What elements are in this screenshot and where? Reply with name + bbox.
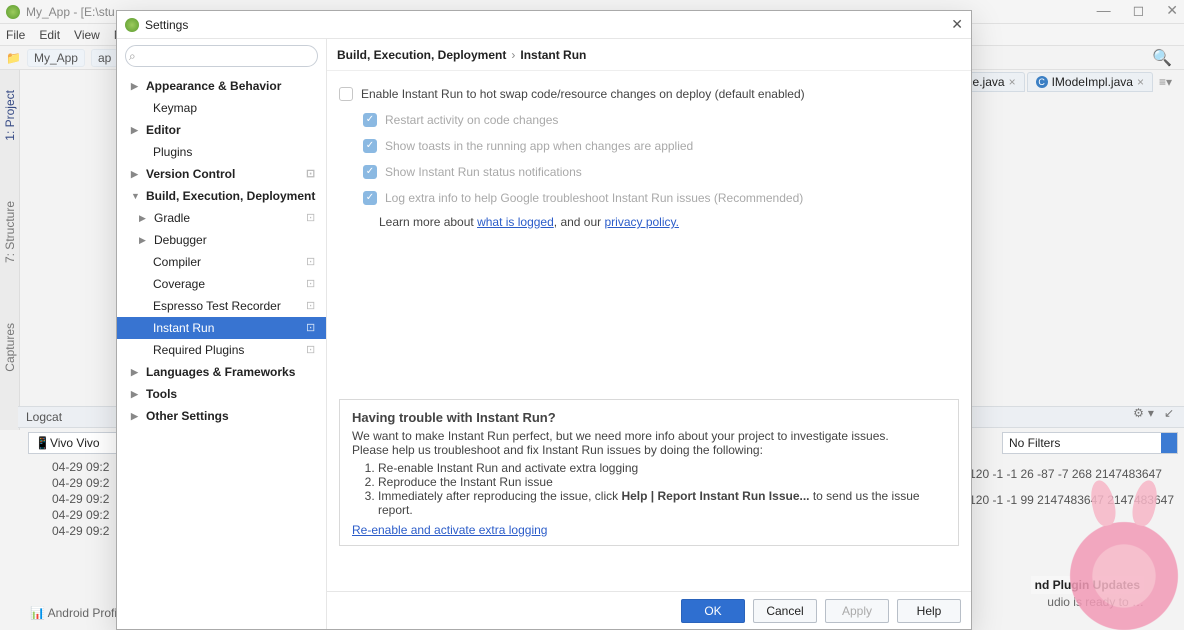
help-button[interactable]: Help	[897, 599, 961, 623]
panel-text: Please help us troubleshoot and fix Inst…	[352, 443, 946, 457]
tree-espresso[interactable]: Espresso Test Recorder⊡	[117, 295, 326, 317]
tree-keymap[interactable]: Keymap	[117, 97, 326, 119]
close-icon[interactable]: ✕	[1166, 2, 1178, 19]
checkbox[interactable]	[363, 191, 377, 205]
tree-other-settings[interactable]: ▶Other Settings	[117, 405, 326, 427]
module-icon: ⊡	[306, 343, 320, 357]
rail-structure[interactable]: 7: Structure	[3, 201, 17, 263]
option-label: Restart activity on code changes	[385, 113, 558, 127]
panel-text: We want to make Instant Run perfect, but…	[352, 429, 946, 443]
search-icon[interactable]: 🔍	[1152, 48, 1172, 68]
settings-tree[interactable]: ▶Appearance & Behavior Keymap ▶Editor Pl…	[117, 73, 326, 629]
tree-editor[interactable]: ▶Editor	[117, 119, 326, 141]
module-icon: ⊡	[306, 211, 320, 225]
settings-dialog: Settings ✕ ⌕ ▶Appearance & Behavior Keym…	[116, 10, 972, 630]
bunny-mascot	[1064, 510, 1184, 630]
maximize-icon[interactable]: ◻	[1133, 2, 1145, 19]
tab-label: IModeImpl.java	[1052, 75, 1133, 89]
rail-captures[interactable]: Captures	[3, 323, 17, 372]
panel-step: Immediately after reproducing the issue,…	[378, 489, 946, 517]
chevron-down-icon[interactable]	[1161, 433, 1177, 453]
option-label: Enable Instant Run to hot swap code/reso…	[361, 87, 805, 101]
rail-project[interactable]: 1: Project	[3, 90, 17, 141]
close-tab-icon[interactable]: ×	[1137, 75, 1144, 89]
panel-step: Reproduce the Instant Run issue	[378, 475, 946, 489]
module-icon: ⊡	[306, 277, 320, 291]
close-tab-icon[interactable]: ×	[1009, 75, 1016, 89]
filter-dropdown[interactable]: No Filters	[1002, 432, 1178, 454]
reenable-link[interactable]: Re-enable and activate extra logging	[352, 523, 547, 537]
log-extra[interactable]: Log extra info to help Google troublesho…	[339, 185, 959, 211]
editor-tab[interactable]: C IModeImpl.java ×	[1027, 72, 1153, 92]
page-breadcrumb: Build, Execution, Deployment›Instant Run	[327, 39, 971, 71]
android-profiler-tab[interactable]: 📊 Android Profi	[30, 606, 117, 620]
checkbox[interactable]	[363, 139, 377, 153]
breadcrumb-node[interactable]: ap	[91, 49, 118, 67]
dialog-buttons: OK Cancel Apply Help	[327, 591, 971, 629]
tree-required-plugins[interactable]: Required Plugins⊡	[117, 339, 326, 361]
show-status[interactable]: Show Instant Run status notifications	[339, 159, 959, 185]
module-icon: ⊡	[306, 255, 320, 269]
gear-icon[interactable]: ⚙	[1133, 406, 1144, 420]
cancel-button[interactable]: Cancel	[753, 599, 817, 623]
breadcrumb-root[interactable]: My_App	[27, 49, 85, 67]
tree-plugins[interactable]: Plugins	[117, 141, 326, 163]
tree-gradle[interactable]: ▶Gradle⊡	[117, 207, 326, 229]
option-label: Log extra info to help Google troublesho…	[385, 191, 803, 205]
logcat-label: Logcat	[26, 410, 62, 424]
panel-step: Re-enable Instant Run and activate extra…	[378, 461, 946, 475]
checkbox[interactable]	[339, 87, 353, 101]
what-is-logged-link[interactable]: what is logged	[477, 215, 554, 229]
show-toasts[interactable]: Show toasts in the running app when chan…	[339, 133, 959, 159]
menu-view[interactable]: View	[74, 28, 100, 42]
checkbox[interactable]	[363, 113, 377, 127]
tree-debugger[interactable]: ▶Debugger	[117, 229, 326, 251]
tree-build-execution-deployment[interactable]: ▼Build, Execution, Deployment	[117, 185, 326, 207]
left-tool-rail[interactable]: 1: Project 7: Structure Captures	[0, 70, 20, 430]
tree-instant-run[interactable]: Instant Run⊡	[117, 317, 326, 339]
dialog-title: Settings	[145, 18, 188, 32]
filter-label: No Filters	[1009, 436, 1060, 450]
app-icon	[6, 5, 20, 19]
minimize-icon[interactable]: —	[1097, 2, 1111, 19]
tree-coverage[interactable]: Coverage⊡	[117, 273, 326, 295]
option-label: Show toasts in the running app when chan…	[385, 139, 693, 153]
tree-appearance[interactable]: ▶Appearance & Behavior	[117, 75, 326, 97]
tree-tools[interactable]: ▶Tools	[117, 383, 326, 405]
module-icon: ⊡	[306, 299, 320, 313]
module-icon: ⊡	[306, 167, 320, 181]
editor-tabs[interactable]: Cice.java× CIModeImpl.java× ≡▾	[939, 72, 1172, 92]
dialog-titlebar[interactable]: Settings ✕	[117, 11, 971, 39]
device-dropdown[interactable]: 📱 Vivo Vivo	[28, 432, 118, 454]
ok-button[interactable]: OK	[681, 599, 745, 623]
apply-button[interactable]: Apply	[825, 599, 889, 623]
option-label: Show Instant Run status notifications	[385, 165, 582, 179]
tree-compiler[interactable]: Compiler⊡	[117, 251, 326, 273]
restart-activity[interactable]: Restart activity on code changes	[339, 107, 959, 133]
device-name: Vivo Vivo	[50, 436, 100, 450]
ide-title: My_App - [E:\stu…	[26, 5, 127, 19]
tree-languages[interactable]: ▶Languages & Frameworks	[117, 361, 326, 383]
enable-instant-run[interactable]: Enable Instant Run to hot swap code/reso…	[339, 81, 959, 107]
window-controls[interactable]: — ◻ ✕	[1097, 2, 1178, 19]
trouble-panel: Having trouble with Instant Run? We want…	[339, 399, 959, 546]
module-icon: ⊡	[306, 321, 320, 335]
menu-edit[interactable]: Edit	[39, 28, 60, 42]
settings-sidebar: ⌕ ▶Appearance & Behavior Keymap ▶Editor …	[117, 39, 327, 629]
learn-more: Learn more about what is logged, and our…	[339, 215, 959, 229]
menu-file[interactable]: File	[6, 28, 25, 42]
android-studio-icon	[125, 18, 139, 32]
search-input[interactable]	[125, 45, 318, 67]
class-icon: C	[1036, 76, 1048, 88]
log-output: 04-29 09:2 04-29 09:2 04-29 09:2 04-29 0…	[52, 460, 109, 540]
list-icon[interactable]: ≡▾	[1159, 75, 1172, 89]
tree-vcs[interactable]: ▶Version Control⊡	[117, 163, 326, 185]
checkbox[interactable]	[363, 165, 377, 179]
close-icon[interactable]: ✕	[951, 16, 963, 33]
panel-title: Having trouble with Instant Run?	[352, 410, 946, 425]
privacy-policy-link[interactable]: privacy policy.	[604, 215, 678, 229]
